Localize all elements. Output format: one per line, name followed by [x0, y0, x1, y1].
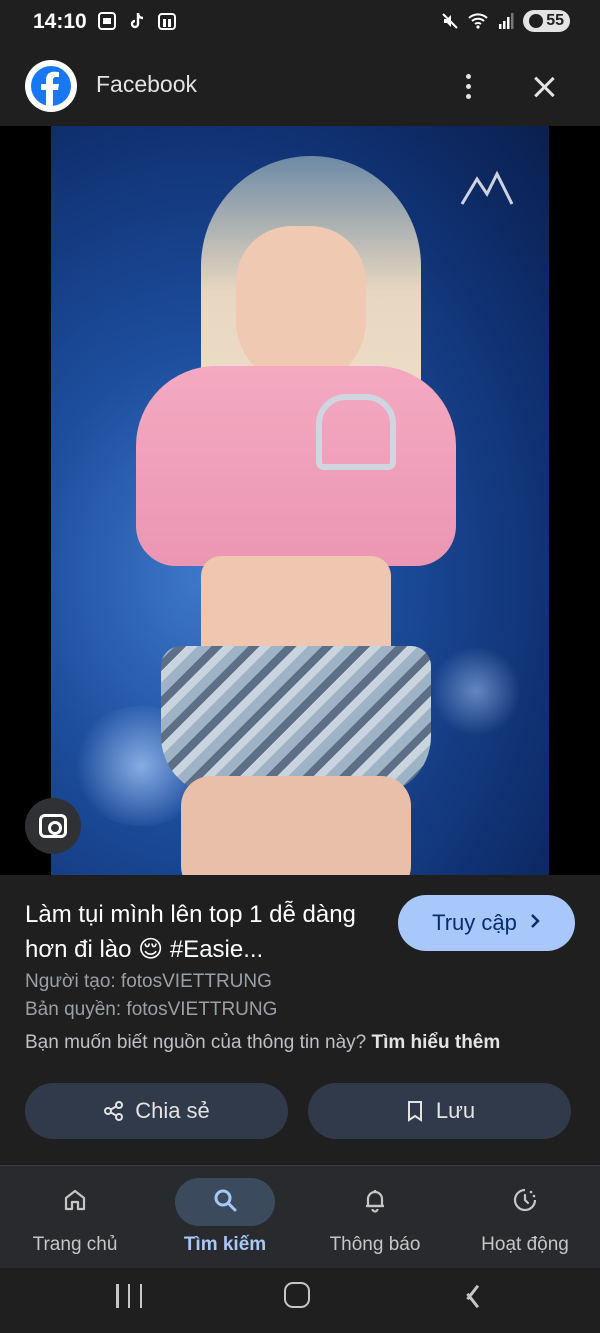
- source-question: Bạn muốn biết nguồn của thông tin này?: [25, 1032, 367, 1053]
- home-button-icon[interactable]: [284, 1282, 310, 1308]
- status-right-icons: 55: [439, 10, 570, 32]
- recent-apps-icon[interactable]: [116, 1284, 142, 1308]
- wifi-icon: [467, 10, 489, 32]
- share-icon: [103, 1100, 125, 1122]
- mute-icon: [439, 10, 461, 32]
- nav-label-notifications: Thông báo: [329, 1234, 421, 1255]
- image-info: Làm tụi mình lên top 1 dễ dàng hơn đi là…: [0, 875, 600, 1165]
- screenshot-icon: [96, 10, 118, 32]
- status-time: 14:10: [33, 10, 87, 33]
- chevron-right-icon: [529, 912, 541, 935]
- nav-item-notifications[interactable]: Thông báo: [300, 1166, 450, 1269]
- preview-photo[interactable]: [51, 126, 549, 875]
- home-icon: [61, 1186, 89, 1219]
- bottom-nav: Trang chủ Tìm kiếm Thông báo Hoạt động: [0, 1165, 600, 1268]
- nav-item-search[interactable]: Tìm kiếm: [150, 1166, 300, 1269]
- status-left-icons: [96, 10, 178, 32]
- save-label: Lưu: [435, 1098, 476, 1123]
- battery-saver-icon: [529, 14, 544, 28]
- more-options-icon[interactable]: [452, 66, 484, 106]
- app-bar: Facebook: [0, 44, 600, 126]
- search-icon: [211, 1186, 239, 1219]
- visit-button[interactable]: Truy cập: [398, 895, 575, 951]
- image-preview: [0, 126, 600, 875]
- bookmark-icon: [404, 1100, 426, 1122]
- image-title[interactable]: Làm tụi mình lên top 1 dễ dàng hơn đi là…: [25, 897, 380, 967]
- tiktok-icon: [126, 10, 148, 32]
- visit-button-label: Truy cập: [432, 910, 517, 935]
- back-icon[interactable]: [458, 1282, 474, 1310]
- google-lens-button[interactable]: [25, 798, 81, 854]
- copyright-text: Bản quyền: fotosVIETTRUNG: [25, 999, 278, 1020]
- nav-item-home[interactable]: Trang chủ: [0, 1166, 150, 1269]
- google-lens-icon: [39, 814, 67, 838]
- gallery-icon: [156, 10, 178, 32]
- nav-label-search: Tìm kiếm: [183, 1234, 267, 1255]
- battery-icon: 55: [523, 10, 570, 32]
- facebook-logo: [25, 60, 77, 112]
- activity-icon: [511, 1186, 539, 1219]
- status-bar: 14:10 55: [0, 0, 600, 44]
- bell-icon: [361, 1186, 389, 1219]
- signal-icon: [495, 10, 517, 32]
- system-nav-bar: [0, 1268, 600, 1333]
- watermark-logo: [447, 154, 527, 234]
- source-info: Bạn muốn biết nguồn của thông tin này? T…: [25, 1032, 500, 1054]
- battery-level: 55: [546, 12, 564, 29]
- nav-item-activity[interactable]: Hoạt động: [450, 1166, 600, 1269]
- learn-more-link[interactable]: Tìm hiểu thêm: [371, 1032, 500, 1053]
- save-button[interactable]: Lưu: [308, 1083, 571, 1139]
- share-label: Chia sẻ: [135, 1098, 210, 1123]
- close-icon[interactable]: [526, 66, 562, 106]
- nav-label-home: Trang chủ: [32, 1234, 118, 1255]
- nav-label-activity: Hoạt động: [481, 1234, 569, 1255]
- creator-text: Người tạo: fotosVIETTRUNG: [25, 971, 272, 992]
- facebook-f-icon: [31, 66, 71, 106]
- app-title: Facebook: [96, 71, 198, 97]
- share-button[interactable]: Chia sẻ: [25, 1083, 288, 1139]
